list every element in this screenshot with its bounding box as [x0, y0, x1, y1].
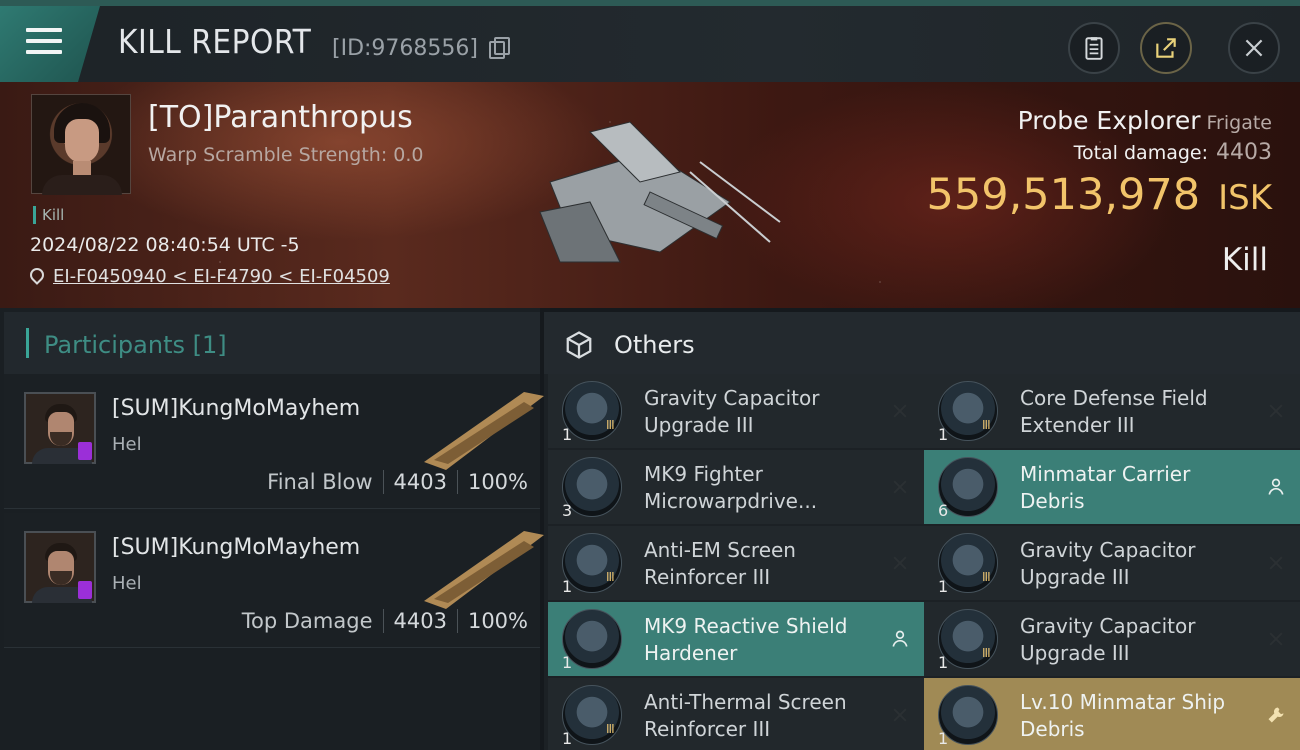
participant-row[interactable]: [SUM]KungMoMayhem Hel Top Damage 4403 10… [4, 513, 544, 648]
person-icon[interactable] [890, 629, 910, 649]
ship-name[interactable]: Probe Explorer Frigate [1018, 106, 1272, 135]
participant-stats: Top Damage 4403 100% [241, 609, 528, 633]
clipboard-button[interactable] [1068, 22, 1120, 74]
item-name: Anti-Thermal Screen Reinforcer III [644, 690, 847, 741]
tech-mark: III [982, 646, 991, 660]
close-icon[interactable] [1266, 553, 1286, 573]
loot-item[interactable]: 1 III Gravity Capacitor Upgrade III [548, 374, 924, 448]
total-damage: Total damage: 4403 [1073, 140, 1272, 165]
tech-mark: III [606, 722, 615, 736]
item-name: Gravity Capacitor Upgrade III [1020, 614, 1196, 665]
others-header: Others [544, 312, 1300, 374]
participants-header: Participants [1] [4, 312, 540, 374]
close-icon[interactable] [1266, 629, 1286, 649]
item-qty: 1 [562, 653, 573, 672]
item-qty: 3 [562, 501, 573, 520]
participant-name: [SUM]KungMoMayhem [112, 535, 361, 560]
menu-button[interactable] [0, 6, 100, 82]
victim-name[interactable]: [TO]Paranthropus [148, 100, 413, 135]
loot-item[interactable]: 1 III Gravity Capacitor Upgrade III [924, 602, 1300, 676]
participant-ship-image [424, 392, 544, 470]
item-name: Gravity Capacitor Upgrade III [1020, 538, 1196, 589]
copy-icon[interactable] [489, 37, 510, 59]
item-name: MK9 Fighter Microwarpdrive... [644, 462, 818, 513]
loot-item[interactable]: 1 III Gravity Capacitor Upgrade III [924, 526, 1300, 600]
participant-ship: Hel [112, 434, 142, 455]
item-qty: 1 [562, 577, 573, 596]
item-name: Lv.10 Minmatar Ship Debris [1020, 690, 1226, 741]
report-id: [ID:9768556] [332, 36, 478, 61]
wrench-icon[interactable] [1266, 705, 1286, 725]
page-title: KILL REPORT [118, 22, 312, 61]
item-qty: 1 [938, 577, 949, 596]
participants-panel: Participants [1] [SUM]KungMoMayhem Hel F… [0, 308, 544, 750]
item-qty: 1 [562, 729, 573, 748]
top-bar: KILL REPORT [ID:9768556] [0, 0, 1300, 82]
participant-stats: Final Blow 4403 100% [267, 470, 528, 494]
item-name: MK9 Reactive Shield Hardener [644, 614, 848, 665]
item-name: Minmatar Carrier Debris [1020, 462, 1191, 513]
participant-row[interactable]: [SUM]KungMoMayhem Hel Final Blow 4403 10… [4, 374, 544, 509]
item-qty: 6 [938, 501, 949, 520]
item-qty: 1 [938, 729, 949, 748]
hamburger-icon [26, 28, 62, 58]
loot-item[interactable]: 6 Minmatar Carrier Debris [924, 450, 1300, 524]
cube-icon [566, 331, 592, 359]
others-panel: Others 1 III Gravity Capacitor Upgrade III… [544, 312, 1300, 750]
loot-item[interactable]: 1 III Core Defense Field Extender III [924, 374, 1300, 448]
close-button[interactable] [1228, 22, 1280, 74]
tech-mark: III [606, 418, 615, 432]
participant-avatar[interactable] [24, 392, 96, 464]
close-icon[interactable] [890, 401, 910, 421]
others-title: Others [614, 331, 695, 359]
victim-avatar[interactable] [31, 94, 131, 195]
loot-item[interactable]: 1 III Anti-Thermal Screen Reinforcer III [548, 678, 924, 750]
tech-mark: III [982, 570, 991, 584]
loot-item[interactable]: 3 MK9 Fighter Microwarpdrive... [548, 450, 924, 524]
tech-mark: III [982, 418, 991, 432]
isk-value: 559,513,978 ISK [926, 170, 1272, 220]
close-icon[interactable] [890, 553, 910, 573]
item-name: Anti-EM Screen Reinforcer III [644, 538, 796, 589]
item-qty: 1 [562, 425, 573, 444]
item-name: Core Defense Field Extender III [1020, 386, 1208, 437]
participant-ship-image [424, 531, 544, 609]
share-button[interactable] [1140, 22, 1192, 74]
clipboard-icon [1085, 37, 1103, 60]
location-link[interactable]: EI-F0450940 < EI-F4790 < EI-F04509 [53, 266, 390, 287]
victim-summary: [TO]Paranthropus Warp Scramble Strength:… [0, 82, 1300, 308]
timestamp: 2024/08/22 08:40:54 UTC -5 [30, 234, 300, 256]
loot-item[interactable]: 1 Lv.10 Minmatar Ship Debris [924, 678, 1300, 750]
item-qty: 1 [938, 425, 949, 444]
close-icon[interactable] [890, 705, 910, 725]
close-icon [1245, 39, 1263, 57]
participants-title: Participants [1] [44, 331, 227, 359]
person-icon[interactable] [1266, 477, 1286, 497]
item-qty: 1 [938, 653, 949, 672]
warp-scramble: Warp Scramble Strength: 0.0 [148, 144, 424, 166]
kill-tag: Kill [33, 206, 64, 224]
participant-ship: Hel [112, 573, 142, 594]
share-icon [1156, 38, 1176, 58]
participant-avatar[interactable] [24, 531, 96, 603]
loot-item[interactable]: 1 III Anti-EM Screen Reinforcer III [548, 526, 924, 600]
result-label: Kill [1221, 242, 1268, 278]
close-icon[interactable] [1266, 401, 1286, 421]
close-icon[interactable] [890, 477, 910, 497]
participant-name: [SUM]KungMoMayhem [112, 396, 361, 421]
tech-mark: III [606, 570, 615, 584]
ship-image[interactable] [530, 112, 790, 272]
loot-item[interactable]: 1 MK9 Reactive Shield Hardener [548, 602, 924, 676]
item-name: Gravity Capacitor Upgrade III [644, 386, 820, 437]
